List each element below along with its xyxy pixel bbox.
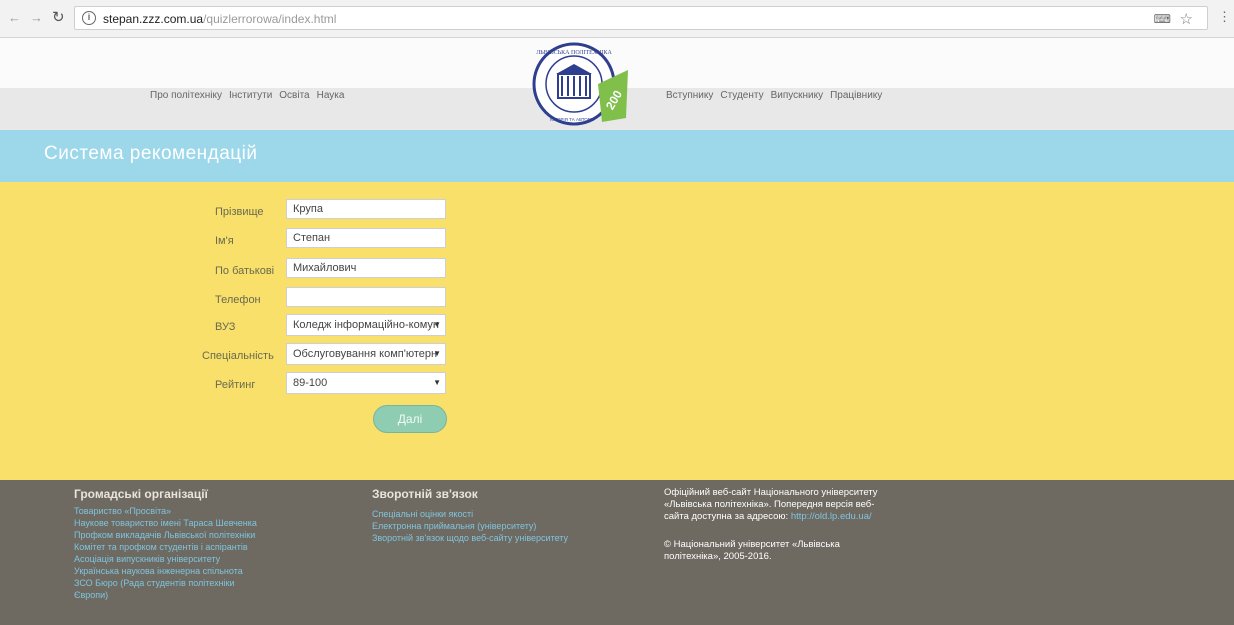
footer-link[interactable]: Асоціація випускників університету [74,554,220,565]
footer-link[interactable]: Спеціальні оцінки якості [372,509,473,520]
nav-right: Вступнику Студенту Випускнику Працівнику [666,90,882,101]
footer-link[interactable]: Комітет та профком студентів і аспіранті… [74,542,248,553]
footer-copyright-line2: політехніка», 2005-2016. [664,551,772,562]
footer-title-organizations: Громадські організації [74,487,208,501]
nav-item-student[interactable]: Студенту [720,90,763,101]
footer-link[interactable]: Наукове товариство імені Тараса Шевченка [74,518,257,529]
footer-about-line2: «Львівська політехніка». Попередня версі… [664,499,875,510]
old-site-link[interactable]: http://old.lp.edu.ua/ [791,511,872,522]
university-label: ВУЗ [215,321,236,333]
nav-item-education[interactable]: Освіта [279,90,309,101]
reload-icon[interactable]: ↻ [52,8,65,26]
logo-text-bottom: ІСТОРІЯ ТА АВТОРИ [550,117,594,122]
footer-link[interactable]: Європи) [74,590,108,601]
info-icon[interactable]: i [82,11,96,25]
address-bar[interactable]: i stepan.zzz.com.ua/quizlerrorowa/index.… [74,6,1208,30]
surname-label: Прізвище [215,206,264,218]
rating-select[interactable]: 89-100 ▼ [286,372,446,394]
footer-link[interactable]: Зворотній зв'язок щодо веб-сайту універс… [372,533,568,544]
form-area [0,182,1234,480]
footer-about-text: Офіційний веб-сайт Національного універс… [664,487,878,523]
chevron-down-icon: ▼ [433,378,441,387]
phone-input[interactable] [286,287,446,307]
footer-link[interactable]: Профком викладачів Львівської політехнік… [74,530,255,541]
bookmark-star-icon[interactable]: ☆ [1180,10,1193,28]
forward-icon[interactable]: → [30,10,43,25]
translate-icon[interactable]: ⌨ [1154,12,1171,26]
chevron-down-icon: ▼ [433,349,441,358]
patronymic-input[interactable]: Михайлович [286,258,446,278]
browser-toolbar: ← → ↻ i stepan.zzz.com.ua/quizlerrorowa/… [0,0,1234,38]
name-label: Ім'я [215,235,234,247]
footer-about-line3: сайта доступна за адресою: http://old.lp… [664,511,872,522]
specialty-select[interactable]: Обслуговування комп'ютерн ▼ [286,343,446,365]
surname-input[interactable]: Крупа [286,199,446,219]
nav-item-applicant[interactable]: Вступнику [666,90,713,101]
nav-item-employee[interactable]: Працівнику [830,90,882,101]
footer-title-feedback: Зворотній зв'язок [372,487,478,501]
nav-left: Про політехніку Інститути Освіта Наука [150,90,344,101]
page-title: Система рекомендацій [44,143,258,164]
specialty-label: Спеціальність [202,350,274,362]
nav-item-science[interactable]: Наука [317,90,345,101]
footer-link[interactable]: Електронна приймальня (університету) [372,521,536,532]
nav-item-institutes[interactable]: Інститути [229,90,272,101]
logo-text-top: ЛЬВІВСЬКА ПОЛІТЕХНІКА [536,50,612,56]
nav-item-graduate[interactable]: Випускнику [771,90,824,101]
next-button[interactable]: Далі [373,405,447,433]
footer-about-line1: Офіційний веб-сайт Національного універс… [664,487,878,498]
rating-select-value: 89-100 [293,377,328,389]
phone-label: Телефон [215,294,261,306]
footer-copyright: © Національний університет «Львівська по… [664,539,840,563]
name-input[interactable]: Степан [286,228,446,248]
university-select-value: Коледж інформаційно-комун [293,319,439,331]
rating-label: Рейтинг [215,379,256,391]
nav-item-about[interactable]: Про політехніку [150,90,222,101]
footer-link[interactable]: Товариство «Просвіта» [74,506,171,517]
footer-link[interactable]: Українська наукова інженерна спільнота [74,566,243,577]
specialty-select-value: Обслуговування комп'ютерн [293,348,438,360]
chevron-down-icon: ▼ [433,320,441,329]
university-select[interactable]: Коледж інформаційно-комун ▼ [286,314,446,336]
footer-copyright-line1: © Національний університет «Львівська [664,539,840,550]
back-icon[interactable]: ← [8,10,21,25]
footer-link[interactable]: ЗСО Бюро (Рада студентів політехніки [74,578,235,589]
url-text: stepan.zzz.com.ua/quizlerrorowa/index.ht… [103,12,337,26]
browser-menu-icon[interactable]: ⋮ [1218,9,1231,25]
title-band: Система рекомендацій [0,130,1234,182]
university-logo[interactable]: ЛЬВІВСЬКА ПОЛІТЕХНІКА ІСТОРІЯ ТА АВТОРИ … [528,40,634,130]
patronymic-label: По батькові [215,265,275,277]
